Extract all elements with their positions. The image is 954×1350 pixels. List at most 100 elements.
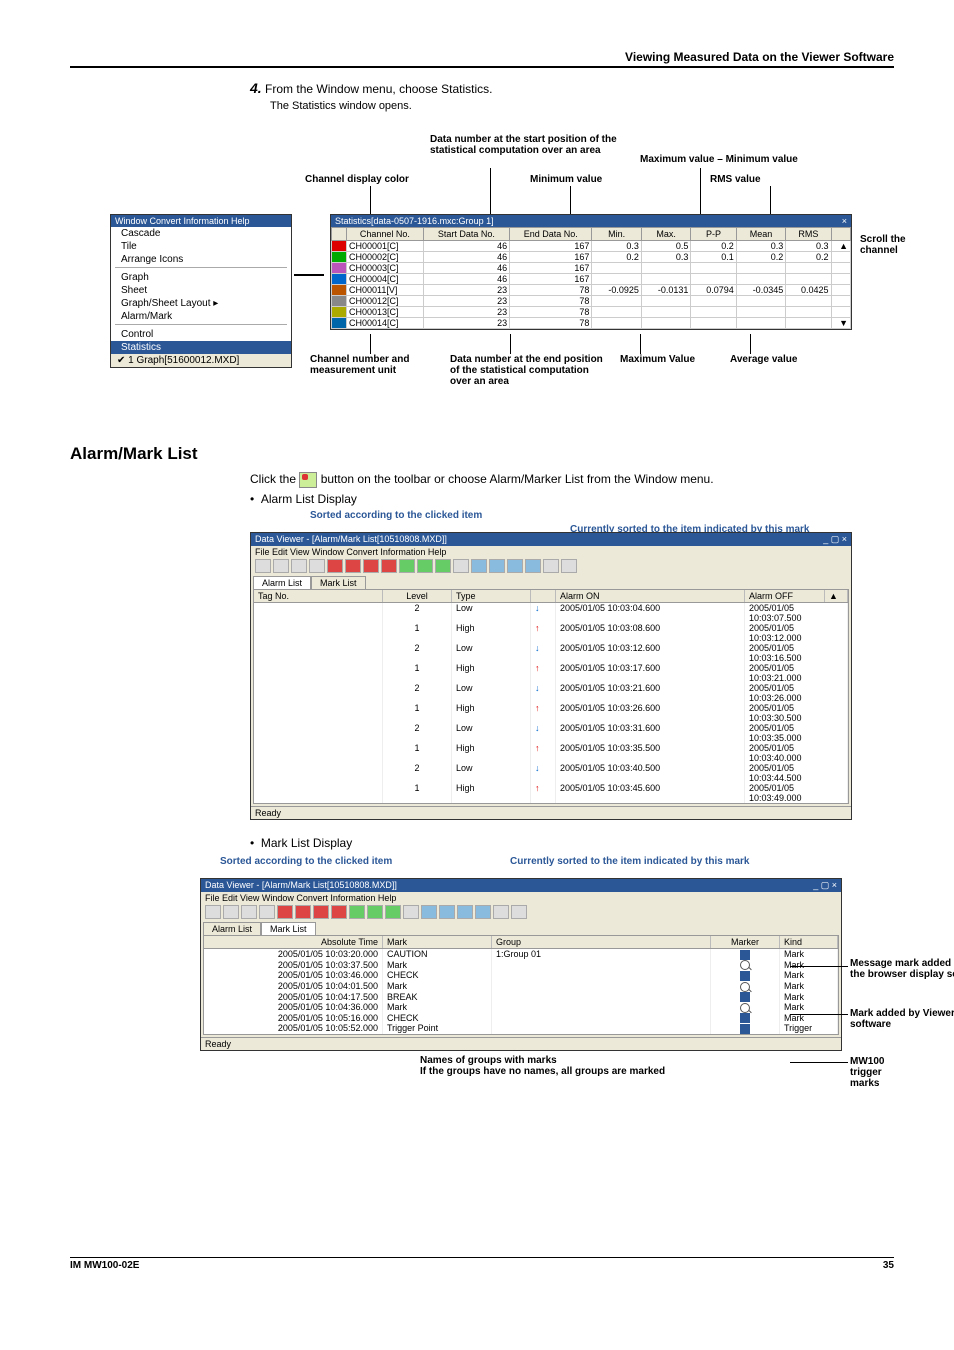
menu-item[interactable]: Tile [111, 240, 291, 253]
section-header: Viewing Measured Data on the Viewer Soft… [70, 50, 894, 68]
flag-icon [740, 1013, 750, 1023]
table-row[interactable]: 2005/01/05 10:03:46.000CHECKMark [204, 970, 838, 981]
sorted-label-2: Sorted according to the clicked item [220, 856, 392, 867]
table-row[interactable]: 2Low↓2005/01/05 10:03:31.6002005/01/05 1… [254, 723, 848, 743]
step-text: From the Window menu, choose Statistics. [265, 82, 492, 96]
magnifier-icon [740, 982, 750, 992]
alarm-toolbar[interactable] [251, 558, 851, 574]
sorted-current-2: Currently sorted to the item indicated b… [510, 856, 750, 867]
mark-title-text: Data Viewer - [Alarm/Mark List[10510808.… [205, 880, 397, 891]
table-row[interactable]: 2005/01/05 10:04:17.500BREAKMark [204, 992, 838, 1003]
label-min-value: Minimum value [530, 174, 602, 185]
alarm-col-header[interactable]: Level [383, 590, 452, 602]
table-row[interactable]: 2Low↓2005/01/05 10:03:12.6002005/01/05 1… [254, 643, 848, 663]
mark-toolbar[interactable] [201, 904, 841, 920]
note-trigger: MW100 trigger marks [850, 1056, 894, 1089]
mark-col-header[interactable]: Absolute Time [204, 936, 383, 948]
alarm-list-bullet: • Alarm List Display [250, 492, 894, 506]
tab-alarm-list-2[interactable]: Alarm List [203, 922, 261, 935]
note-mark-added: Mark added by Viewer software [850, 1008, 954, 1030]
menu-foot: ✔ 1 Graph[51600012.MXD] [111, 354, 291, 367]
note-group-names-sub: If the groups have no names, all groups … [420, 1066, 894, 1077]
mark-menubar[interactable]: File Edit View Window Convert Informatio… [201, 892, 841, 904]
alarm-list-window: Data Viewer - [Alarm/Mark List[10510808.… [250, 532, 852, 820]
label-scroll: Scroll the channel [860, 234, 920, 256]
menu-item[interactable]: Graph/Sheet Layout ▸ [111, 297, 291, 310]
menu-item-statistics[interactable]: Statistics [111, 341, 291, 354]
mark-col-header[interactable]: Kind [780, 936, 838, 948]
magnifier-icon [740, 1003, 750, 1013]
label-channel-color: Channel display color [305, 174, 409, 185]
statistics-figure: Data number at the start position of the… [70, 134, 894, 414]
label-data-start: Data number at the start position of the… [430, 134, 630, 156]
flag-icon [740, 1024, 750, 1034]
alarm-menubar[interactable]: File Edit View Window Convert Informatio… [251, 546, 851, 558]
table-row[interactable]: 1High↑2005/01/05 10:03:17.6002005/01/05 … [254, 663, 848, 683]
alarm-intro-b: button on the toolbar or choose Alarm/Ma… [321, 472, 714, 486]
table-row[interactable]: 2005/01/05 10:04:36.000MarkMark [204, 1002, 838, 1013]
footer-page: 35 [883, 1260, 894, 1271]
note-group-names: Names of groups with marks [420, 1055, 894, 1066]
table-row[interactable]: 1High↑2005/01/05 10:03:26.6002005/01/05 … [254, 703, 848, 723]
menu-item[interactable]: Arrange Icons [111, 253, 291, 266]
alarm-intro-a: Click the [250, 472, 299, 486]
table-row[interactable]: 2005/01/05 10:05:52.000Trigger PointTrig… [204, 1023, 838, 1034]
stats-table: Channel No.Start Data No.End Data No.Min… [331, 227, 851, 329]
alarm-title-text: Data Viewer - [Alarm/Mark List[10510808.… [255, 534, 447, 545]
tab-mark-list-2[interactable]: Mark List [261, 922, 316, 935]
mark-col-header[interactable]: Marker [711, 936, 780, 948]
menu-item[interactable]: Cascade [111, 227, 291, 240]
menu-item[interactable]: Alarm/Mark [111, 310, 291, 323]
table-row[interactable]: 1High↑2005/01/05 10:03:45.6002005/01/05 … [254, 783, 848, 803]
alarm-col-header[interactable]: Type [452, 590, 531, 602]
alarm-mark-heading: Alarm/Mark List [70, 444, 894, 464]
sorted-label: Sorted according to the clicked item [310, 510, 482, 521]
close-icon[interactable]: × [842, 216, 847, 226]
menu-item[interactable]: Control [111, 328, 291, 341]
alarm-col-header[interactable]: Tag No. [254, 590, 383, 602]
step-number: 4. [250, 80, 262, 96]
table-row[interactable]: 2Low↓2005/01/05 10:03:04.6002005/01/05 1… [254, 603, 848, 623]
alarm-col-header[interactable] [531, 590, 556, 602]
alarm-toolbar-icon[interactable] [299, 472, 317, 488]
stats-titlebar: Statistics[data-0507-1916.mxc:Group 1] × [331, 215, 851, 227]
label-max-value: Maximum Value [620, 354, 695, 365]
table-row[interactable]: 2005/01/05 10:04:01.500MarkMark [204, 981, 838, 992]
mark-list-bullet: • Mark List Display [250, 836, 894, 850]
alarm-intro: Click the button on the toolbar or choos… [250, 472, 894, 488]
table-row[interactable]: 1High↑2005/01/05 10:03:35.5002005/01/05 … [254, 743, 848, 763]
statistics-window: Statistics[data-0507-1916.mxc:Group 1] ×… [330, 214, 852, 330]
flag-icon [740, 971, 750, 981]
step-line: 4. From the Window menu, choose Statisti… [250, 80, 894, 96]
table-row[interactable]: 2005/01/05 10:03:20.000CAUTION1:Group 01… [204, 949, 838, 960]
flag-icon [740, 992, 750, 1002]
mark-list-window: Data Viewer - [Alarm/Mark List[10510808.… [200, 878, 842, 1051]
status-text: Ready [255, 808, 281, 818]
table-row[interactable]: 2005/01/05 10:03:37.500MarkMark [204, 960, 838, 971]
tab-mark-list[interactable]: Mark List [311, 576, 366, 589]
tab-alarm-list[interactable]: Alarm List [253, 576, 311, 589]
window-menu: Window Convert Information Help Cascade … [110, 214, 292, 368]
menu-item[interactable]: Sheet [111, 284, 291, 297]
alarm-col-header[interactable]: Alarm ON [556, 590, 745, 602]
menu-item[interactable]: Graph [111, 271, 291, 284]
alarm-col-header[interactable]: Alarm OFF [745, 590, 825, 602]
label-avg-value: Average value [730, 354, 797, 365]
table-row[interactable]: 2Low↓2005/01/05 10:03:21.6002005/01/05 1… [254, 683, 848, 703]
status-text: Ready [205, 1039, 231, 1049]
label-rms: RMS value [710, 174, 761, 185]
alarm-col-header[interactable]: ▲ [825, 590, 848, 602]
table-row[interactable]: 1High↑2005/01/05 10:03:08.6002005/01/05 … [254, 623, 848, 643]
table-row[interactable]: 2005/01/05 10:05:16.000CHECKMark [204, 1013, 838, 1024]
label-max-minus-min: Maximum value – Minimum value [640, 154, 798, 165]
step-sub: The Statistics window opens. [270, 100, 894, 112]
footer-left: IM MW100-02E [70, 1260, 139, 1271]
note-message-mark: Message mark added in the browser displa… [850, 958, 954, 980]
mark-col-header[interactable]: Mark [383, 936, 492, 948]
table-row[interactable]: 2Low↓2005/01/05 10:03:40.5002005/01/05 1… [254, 763, 848, 783]
mark-col-header[interactable]: Group [492, 936, 711, 948]
window-controls[interactable]: _ ▢ × [813, 880, 837, 891]
flag-icon [740, 950, 750, 960]
window-menu-bar: Window Convert Information Help [111, 215, 291, 227]
window-controls[interactable]: _ ▢ × [823, 534, 847, 545]
